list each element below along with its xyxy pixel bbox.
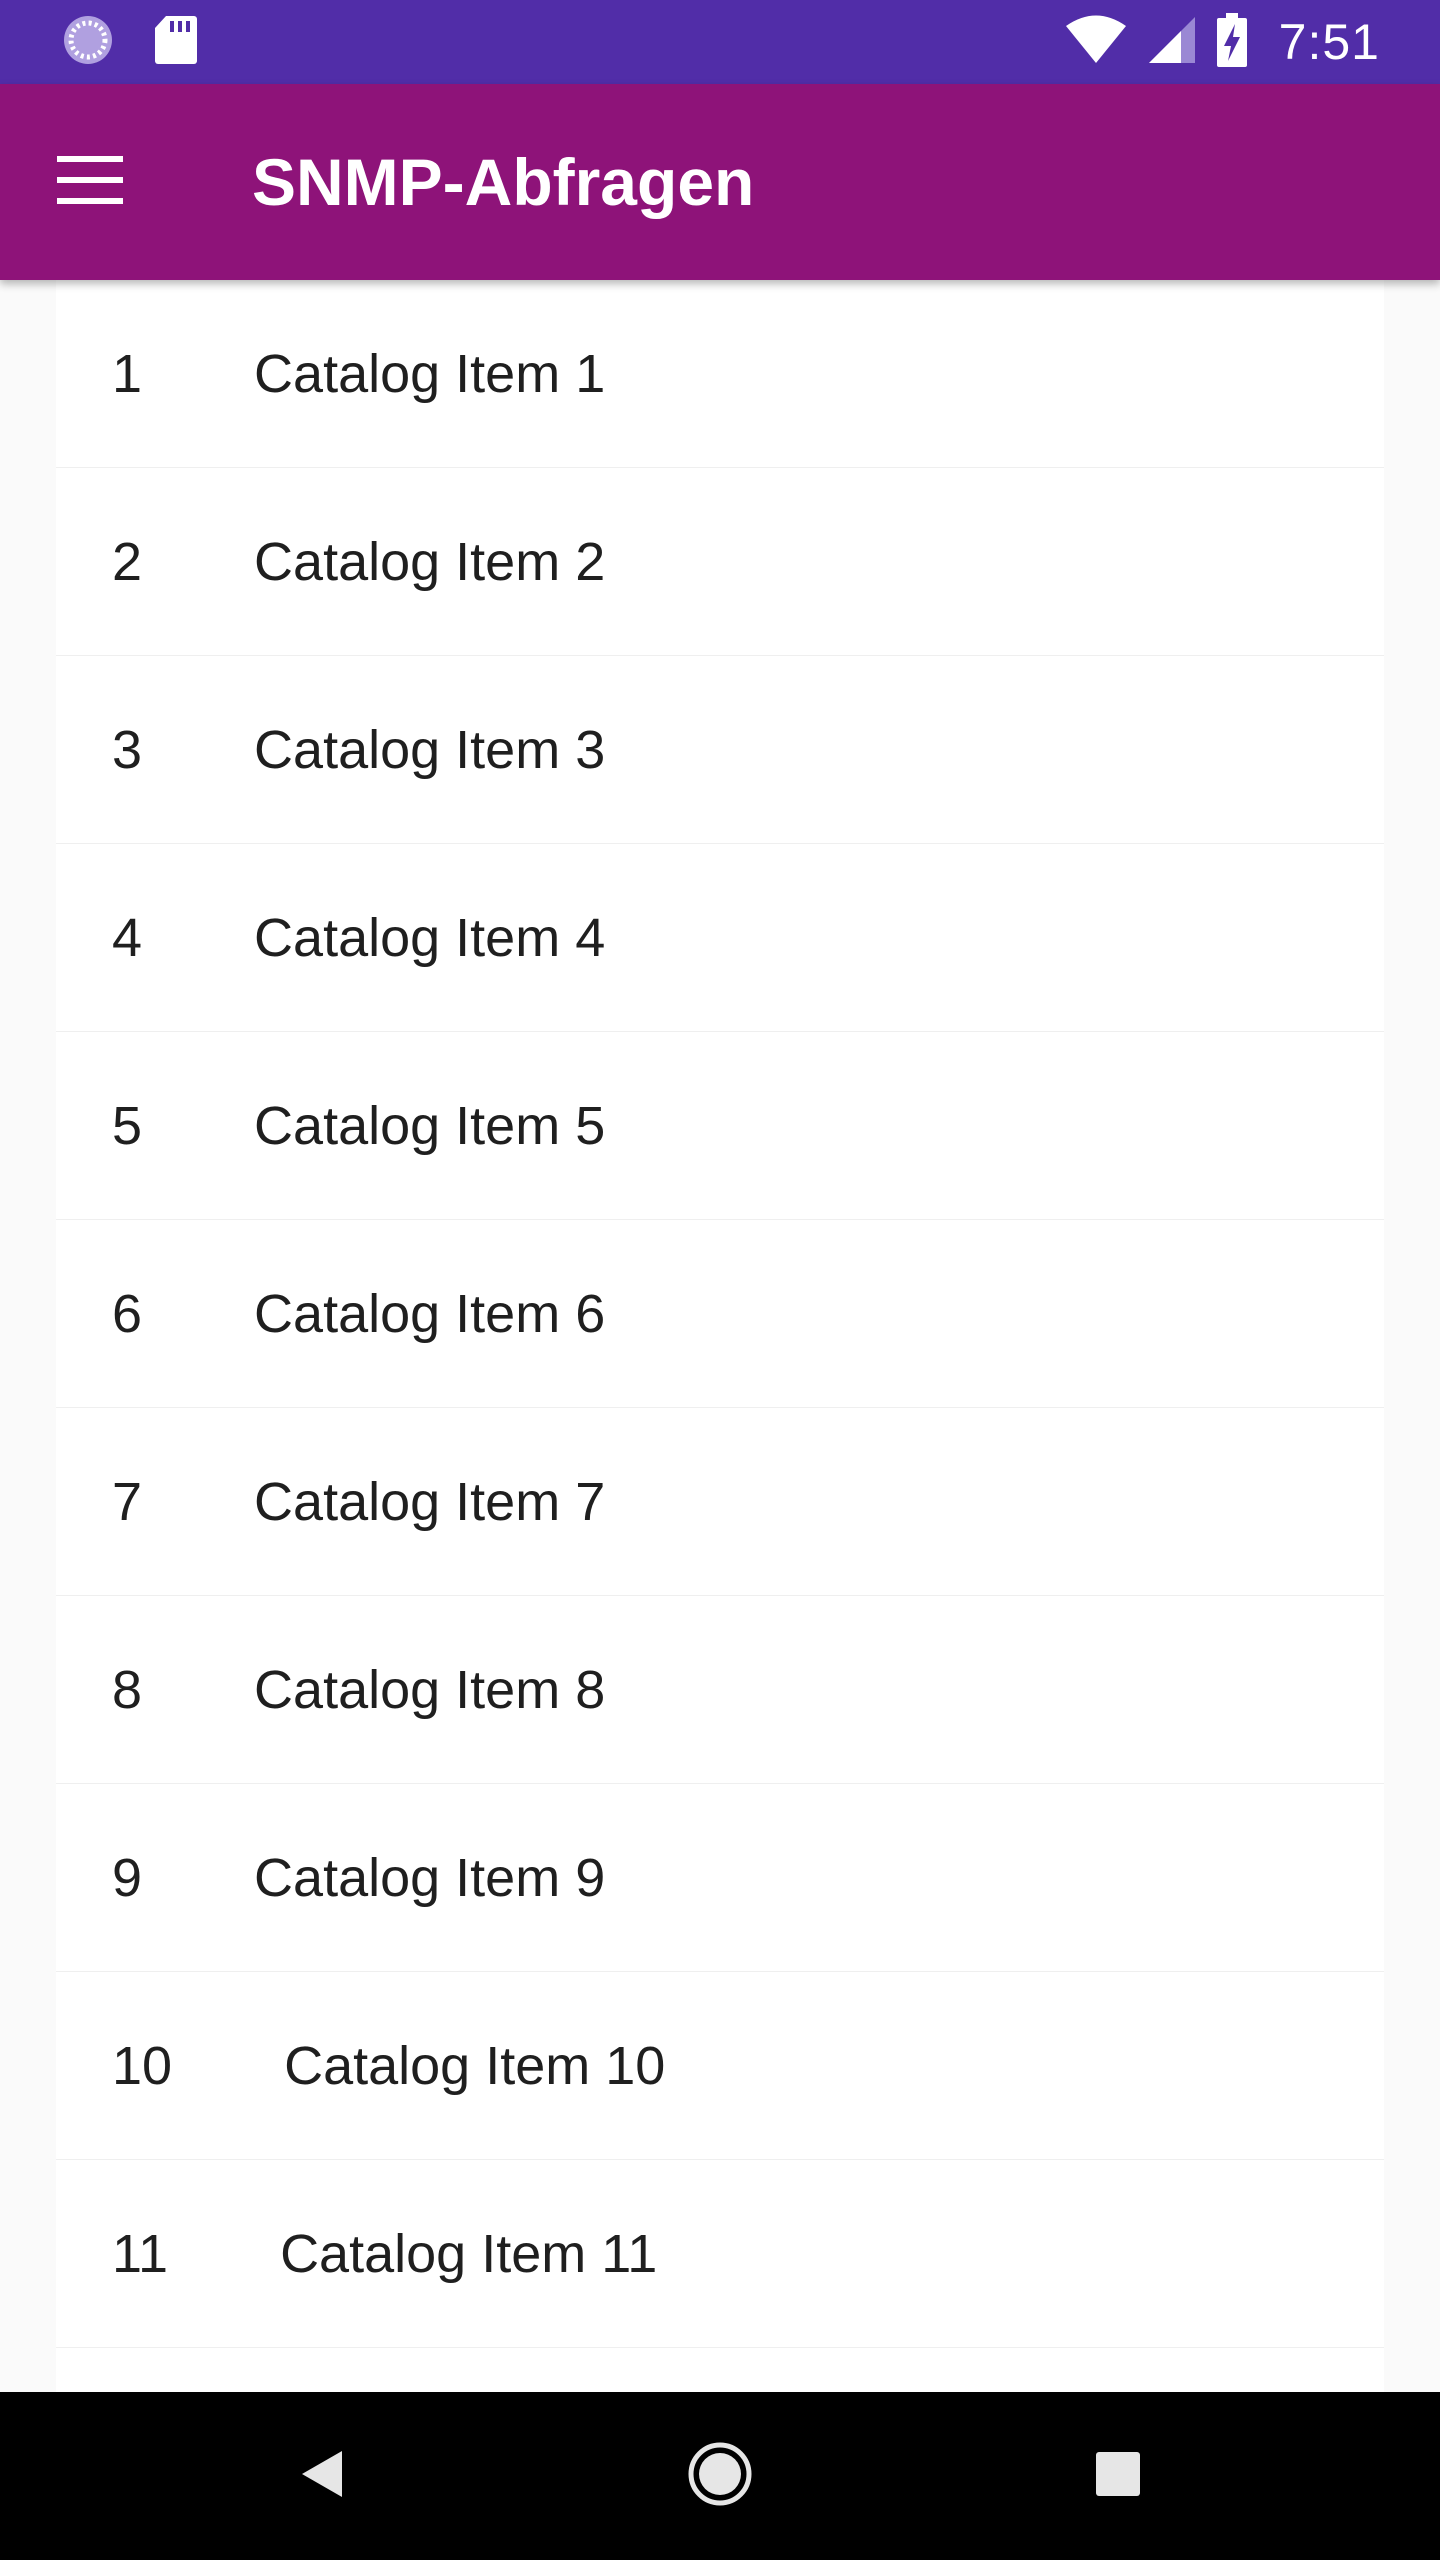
list-item-label: Catalog Item 4 — [254, 908, 606, 968]
list-item[interactable]: 9 Catalog Item 9 — [56, 1784, 1384, 1972]
list-item[interactable]: 8 Catalog Item 8 — [56, 1596, 1384, 1784]
list-item[interactable]: 4 Catalog Item 4 — [56, 844, 1384, 1032]
app-bar: SNMP-Abfragen — [0, 84, 1440, 280]
home-icon — [687, 2441, 753, 2512]
list-item-label: Catalog Item 2 — [254, 532, 606, 592]
list-item[interactable]: 1 Catalog Item 1 — [56, 280, 1384, 468]
list-item-label: Catalog Item 5 — [254, 1096, 606, 1156]
list-item-label: Catalog Item 7 — [254, 1472, 606, 1532]
list-item[interactable]: 5 Catalog Item 5 — [56, 1032, 1384, 1220]
status-bar: 7:51 — [0, 0, 1440, 84]
list-item-label: Catalog Item 1 — [254, 344, 606, 404]
list-item[interactable]: 3 Catalog Item 3 — [56, 656, 1384, 844]
list-item-number: 11 — [112, 2224, 169, 2284]
status-bar-right: 7:51 — [1065, 12, 1380, 72]
list-item-label: Catalog Item 6 — [254, 1284, 606, 1344]
cell-signal-icon — [1147, 15, 1197, 70]
catalog-list: 1 Catalog Item 1 2 Catalog Item 2 3 Cata… — [56, 280, 1384, 2392]
catalog-list-area[interactable]: 1 Catalog Item 1 2 Catalog Item 2 3 Cata… — [0, 280, 1440, 2392]
back-button[interactable] — [272, 2426, 372, 2526]
sync-icon — [62, 14, 114, 71]
menu-button[interactable] — [40, 132, 140, 232]
list-item-number: 3 — [112, 720, 143, 780]
home-button[interactable] — [670, 2426, 770, 2526]
list-item-number: 1 — [112, 344, 143, 404]
list-item-number: 8 — [112, 1660, 143, 1720]
list-item-number: 4 — [112, 908, 143, 968]
hamburger-menu-icon — [57, 155, 123, 209]
list-item-number: 6 — [112, 1284, 143, 1344]
wifi-icon — [1065, 15, 1127, 70]
list-item-number: 10 — [112, 2036, 173, 2096]
list-item-number: 5 — [112, 1096, 143, 1156]
page-title: SNMP-Abfragen — [252, 145, 755, 219]
list-item[interactable]: 6 Catalog Item 6 — [56, 1220, 1384, 1408]
status-time: 7:51 — [1278, 14, 1380, 70]
list-item[interactable]: 10 Catalog Item 10 — [56, 1972, 1384, 2160]
recents-button[interactable] — [1068, 2426, 1168, 2526]
list-item-label: Catalog Item 11 — [280, 2224, 658, 2284]
sd-card-icon — [154, 14, 198, 71]
list-item[interactable]: 7 Catalog Item 7 — [56, 1408, 1384, 1596]
battery-charging-icon — [1216, 12, 1247, 72]
list-item-label: Catalog Item 8 — [254, 1660, 606, 1720]
list-item-number: 7 — [112, 1472, 143, 1532]
list-item[interactable]: 2 Catalog Item 2 — [56, 468, 1384, 656]
list-item-label: Catalog Item 9 — [254, 1848, 606, 1908]
list-item[interactable]: 11 Catalog Item 11 — [56, 2160, 1384, 2348]
status-bar-left — [62, 14, 198, 71]
recents-icon — [1096, 2451, 1140, 2501]
back-icon — [300, 2449, 344, 2504]
navigation-bar — [0, 2392, 1440, 2560]
list-item-number: 9 — [112, 1848, 143, 1908]
list-item-label: Catalog Item 3 — [254, 720, 606, 780]
list-item-label: Catalog Item 10 — [284, 2036, 666, 2096]
list-item-number: 2 — [112, 532, 143, 592]
